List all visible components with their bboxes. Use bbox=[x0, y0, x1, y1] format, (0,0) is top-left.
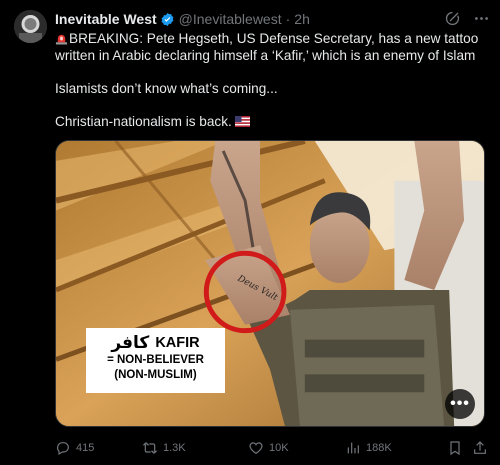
tweet-line-islamists: Islamists don’t know what’s coming... bbox=[55, 81, 278, 96]
like-button[interactable]: 10K bbox=[248, 440, 289, 456]
author-avatar[interactable] bbox=[14, 10, 47, 43]
views-icon bbox=[347, 442, 359, 454]
reply-icon bbox=[57, 442, 69, 456]
bookmark-icon bbox=[450, 441, 460, 456]
views-button[interactable]: 188K bbox=[345, 440, 392, 456]
share-button[interactable] bbox=[472, 440, 488, 456]
tweet-header: Inevitable West @Inevitablewest · 2h bbox=[55, 10, 310, 28]
tweet-line-breaking: BREAKING: Pete Hegseth, US Defense Secre… bbox=[55, 31, 479, 63]
repost-button[interactable]: 1.3K bbox=[142, 440, 186, 456]
tweet-actions: 415 1.3K 10K 188K bbox=[55, 440, 488, 458]
tweet[interactable]: Inevitable West @Inevitablewest · 2h BRE… bbox=[0, 0, 500, 465]
reply-count: 415 bbox=[76, 442, 95, 454]
image-more-button[interactable]: ••• bbox=[445, 389, 475, 419]
tweet-line-nationalism: Christian-nationalism is back. bbox=[55, 113, 485, 130]
verified-badge-icon bbox=[160, 12, 175, 27]
kafir-caption-box: كافر KAFIR = NON-BELIEVER (NON-MUSLIM) bbox=[86, 328, 225, 393]
reply-button[interactable]: 415 bbox=[55, 440, 94, 456]
timestamp[interactable]: 2h bbox=[294, 11, 310, 27]
heart-icon bbox=[249, 442, 263, 455]
more-icon[interactable] bbox=[473, 10, 490, 27]
separator-dot: · bbox=[285, 11, 291, 27]
kafir-meaning-line2: (NON-MUSLIM) bbox=[114, 369, 197, 381]
kafir-arabic-text: كافر bbox=[111, 333, 150, 353]
kafir-word: KAFIR bbox=[155, 335, 200, 351]
tweet-image[interactable]: Deus Vult كافر KAFIR = NON-BELIEVER (NON… bbox=[55, 140, 485, 427]
grok-icon[interactable] bbox=[444, 10, 461, 27]
tweet-text: BREAKING: Pete Hegseth, US Defense Secre… bbox=[55, 30, 485, 130]
top-actions bbox=[444, 10, 490, 27]
kafir-meaning-line1: = NON-BELIEVER bbox=[107, 354, 204, 366]
siren-emoji-icon bbox=[55, 34, 68, 45]
bookmark-button[interactable] bbox=[447, 440, 463, 456]
repost-icon bbox=[142, 442, 158, 454]
share-icon bbox=[474, 441, 486, 454]
repost-count: 1.3K bbox=[163, 442, 186, 454]
author-handle[interactable]: @Inevitablewest bbox=[179, 11, 282, 27]
kafir-title: كافر KAFIR bbox=[86, 333, 225, 353]
author-name[interactable]: Inevitable West bbox=[55, 11, 157, 27]
views-count: 188K bbox=[366, 442, 392, 454]
us-flag-emoji-icon bbox=[234, 116, 250, 127]
like-count: 10K bbox=[269, 442, 289, 454]
